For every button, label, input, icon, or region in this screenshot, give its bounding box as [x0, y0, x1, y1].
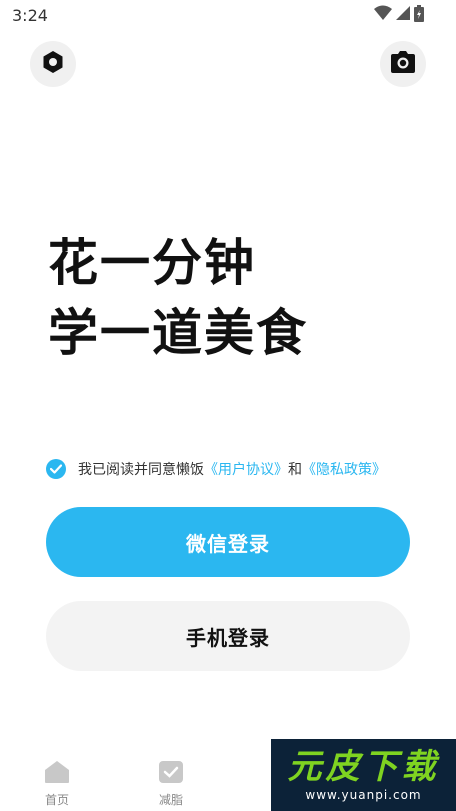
settings-icon: [41, 50, 65, 78]
battery-icon: [414, 4, 424, 26]
tab-home-label: 首页: [44, 793, 69, 807]
agreement-row: 我已阅读并同意懒饭 《用户协议》 和 《隐私政策》: [46, 458, 386, 480]
settings-button[interactable]: [30, 41, 76, 87]
shield-check-icon: [158, 760, 184, 788]
user-agreement-link[interactable]: 《用户协议》: [204, 459, 288, 479]
phone-login-button[interactable]: 手机登录: [46, 601, 410, 671]
wechat-login-button[interactable]: 微信登录: [46, 507, 410, 577]
status-icons: [374, 4, 424, 26]
status-bar: 3:24: [0, 0, 456, 30]
camera-icon: [391, 51, 415, 77]
headline-line-2: 学一道美食: [48, 304, 308, 362]
watermark-logo: 元皮下载 www.yuanpi.com: [271, 739, 456, 811]
home-icon: [44, 760, 70, 788]
privacy-policy-link[interactable]: 《隐私政策》: [302, 459, 386, 479]
agreement-and-text: 和: [288, 462, 302, 478]
tab-home[interactable]: 首页: [27, 760, 87, 808]
agreement-text: 我已阅读并同意懒饭: [78, 462, 204, 478]
status-time: 3:24: [12, 6, 48, 25]
tab-fat-loss-label: 减脂: [158, 793, 183, 807]
wifi-icon: [374, 5, 392, 25]
tab-fat-loss[interactable]: 减脂: [141, 760, 201, 808]
watermark-logo-text: 元皮下载: [287, 747, 440, 787]
camera-button[interactable]: [380, 41, 426, 87]
agreement-checkbox[interactable]: [46, 459, 66, 479]
checkmark-icon: [50, 464, 62, 474]
headline: 花一分钟 学一道美食: [48, 228, 308, 368]
watermark-url: www.yuanpi.com: [305, 788, 422, 802]
headline-line-1: 花一分钟: [48, 234, 256, 292]
login-screen: 3:24 花一分钟 学一道美食 我已阅读并同意懒饭 《用户协议》 和 《隐私政策…: [0, 0, 456, 811]
signal-icon: [396, 5, 410, 25]
